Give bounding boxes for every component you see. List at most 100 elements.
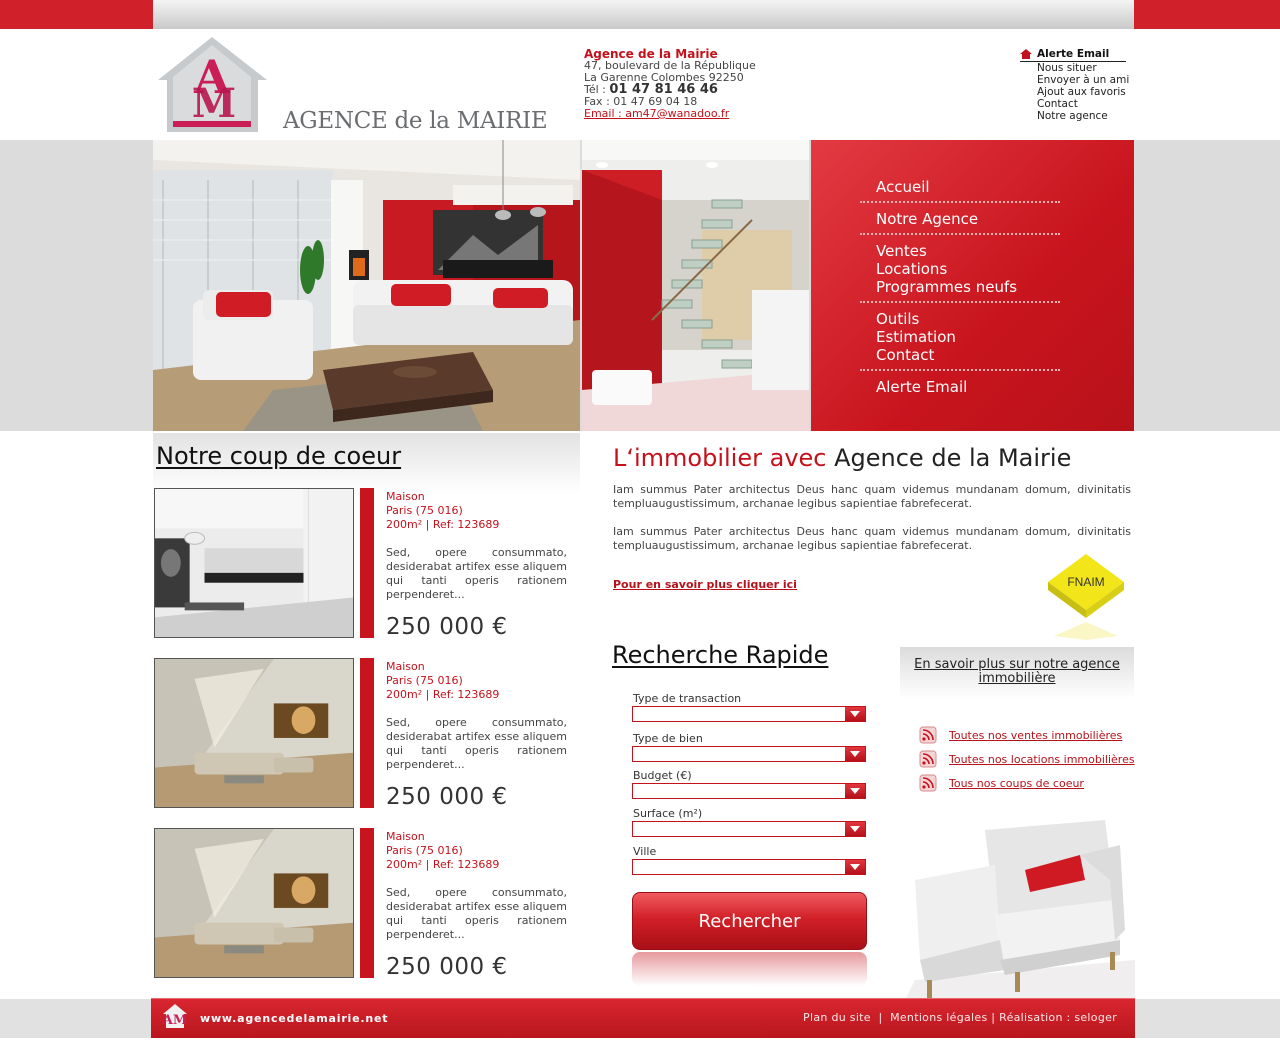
nav-ventes[interactable]: Ventes (860, 242, 1060, 260)
budget-select[interactable] (632, 783, 866, 799)
listing-price: 250 000 € (386, 954, 508, 980)
chevron-down-icon (845, 747, 865, 761)
agency-logo[interactable]: A M (155, 35, 270, 133)
chevron-down-icon (845, 860, 865, 874)
rss-link-locations[interactable]: Toutes nos locations immobilières (919, 750, 1135, 768)
nav-divider (860, 201, 1060, 203)
surface-select[interactable] (632, 821, 866, 837)
listing-description: Sed, opere consummato, desiderabat artif… (386, 716, 567, 771)
listing-location: Paris (75 016) (386, 504, 463, 517)
listing-accent-bar (360, 658, 374, 808)
alert-email-link[interactable]: Alerte Email (1020, 48, 1126, 62)
footer-link-realisation[interactable]: Réalisation : seloger (999, 1011, 1117, 1024)
footer-logo-icon[interactable]: AM (162, 1003, 188, 1029)
nav-divider (860, 233, 1060, 235)
listing-photo[interactable] (154, 658, 354, 808)
field-label: Surface (m²) (633, 807, 703, 820)
listing-accent-bar (360, 828, 374, 978)
search-button[interactable]: Rechercher (632, 892, 867, 950)
intro-title-dark: Agence de la Mairie (834, 444, 1072, 472)
toplink-envoyer-ami[interactable]: Envoyer à un ami (1020, 74, 1129, 86)
footer-logo-letters: AM (162, 1013, 187, 1028)
intro-paragraph: Iam summus Pater architectus Deus hanc q… (613, 483, 1131, 510)
rss-icon (919, 750, 937, 768)
nav-alerte-email[interactable]: Alerte Email (860, 378, 1060, 396)
toplink-notre-agence[interactable]: Notre agence (1020, 110, 1129, 122)
footer-links: Plan du site | Mentions légales | Réalis… (803, 1011, 1117, 1024)
rss-link-coups-de-coeur[interactable]: Tous nos coups de coeur (919, 774, 1084, 792)
listing-price: 250 000 € (386, 784, 508, 810)
listing-info: Maison Paris (75 016) 200m² | Ref: 12368… (386, 830, 567, 942)
hero-staircase-image (582, 140, 809, 431)
listing-location: Paris (75 016) (386, 674, 463, 687)
listing-photo[interactable] (154, 828, 354, 978)
toplink-nous-situer[interactable]: Nous situer (1020, 62, 1129, 74)
listing-ref: 200m² | Ref: 123689 (386, 688, 500, 701)
footer-link-mentions[interactable]: Mentions légales (890, 1011, 987, 1024)
listing-type: Maison (386, 830, 425, 843)
listing-type: Maison (386, 660, 425, 673)
coup-de-coeur-title: Notre coup de coeur (156, 442, 402, 470)
top-band-center (153, 0, 1134, 29)
listing-ref: 200m² | Ref: 123689 (386, 858, 500, 871)
listing-card[interactable]: Maison Paris (75 016) 200m² | Ref: 12368… (154, 658, 574, 810)
footer-separator: | (987, 1011, 1000, 1024)
city-select[interactable] (632, 859, 866, 875)
field-label: Budget (€) (633, 769, 692, 782)
nav-divider (860, 301, 1060, 303)
footer-site-url[interactable]: www.agencedelamairie.net (200, 1012, 388, 1025)
chevron-down-icon (845, 822, 865, 836)
chevron-down-icon (845, 707, 865, 721)
nav-contact[interactable]: Contact (860, 346, 1060, 364)
toplink-contact[interactable]: Contact (1020, 98, 1129, 110)
chevron-down-icon (845, 784, 865, 798)
nav-locations[interactable]: Locations (860, 260, 1060, 278)
rss-link-ventes[interactable]: Toutes nos ventes immobilières (919, 726, 1122, 744)
quick-search-title: Recherche Rapide (612, 641, 829, 669)
more-info-link[interactable]: Pour en savoir plus cliquer ici (613, 578, 797, 591)
nav-estimation[interactable]: Estimation (860, 328, 1060, 346)
intro-title: L‘immobilier avec Agence de la Mairie (613, 444, 1071, 472)
property-type-select[interactable] (632, 746, 866, 762)
listing-photo[interactable] (154, 488, 354, 638)
rss-link-label: Toutes nos ventes immobilières (949, 728, 1123, 742)
intro-title-red: L‘immobilier avec (613, 444, 835, 472)
main-nav-panel: Accueil Notre Agence Ventes Locations Pr… (811, 140, 1134, 431)
page-bottom (0, 1038, 1280, 1050)
listing-type: Maison (386, 490, 425, 503)
fnaim-badge[interactable]: FNAIM (1046, 552, 1126, 640)
listing-description: Sed, opere consummato, desiderabat artif… (386, 886, 567, 941)
search-button-reflection (632, 952, 867, 986)
listing-card[interactable]: Maison Paris (75 016) 200m² | Ref: 12368… (154, 828, 574, 980)
nav-accueil[interactable]: Accueil (860, 178, 1060, 196)
listing-accent-bar (360, 488, 374, 638)
top-links: Alerte Email Nous situer Envoyer à un am… (1020, 48, 1129, 122)
toplink-favoris[interactable]: Ajout aux favoris (1020, 86, 1129, 98)
nav-programmes-neufs[interactable]: Programmes neufs (860, 278, 1060, 296)
footer-separator: | (870, 1011, 891, 1024)
svg-text:M: M (192, 80, 236, 127)
field-label: Type de bien (633, 732, 703, 745)
main-nav: Accueil Notre Agence Ventes Locations Pr… (860, 178, 1060, 396)
listing-info: Maison Paris (75 016) 200m² | Ref: 12368… (386, 490, 567, 602)
transaction-type-select[interactable] (632, 706, 866, 722)
house-icon (1020, 49, 1032, 59)
contact-email-link[interactable]: Email : am47@wanadoo.fr (584, 108, 756, 120)
hero-living-room-image (153, 140, 580, 431)
nav-outils[interactable]: Outils (860, 310, 1060, 328)
contact-block: Agence de la Mairie 47, boulevard de la … (584, 48, 756, 120)
alert-email-label: Alerte Email (1037, 48, 1110, 60)
intro-paragraph: Iam summus Pater architectus Deus hanc q… (613, 525, 1131, 552)
rss-icon (919, 774, 937, 792)
footer-link-plan[interactable]: Plan du site (803, 1011, 871, 1024)
listing-description: Sed, opere consummato, desiderabat artif… (386, 546, 567, 601)
listing-card[interactable]: Maison Paris (75 016) 200m² | Ref: 12368… (154, 488, 574, 640)
agency-info-link[interactable]: En savoir plus sur notre agence immobili… (900, 658, 1134, 686)
agency-name: AGENCE de la MAIRIE (283, 108, 548, 134)
listing-info: Maison Paris (75 016) 200m² | Ref: 12368… (386, 660, 567, 772)
nav-divider (860, 369, 1060, 371)
listing-price: 250 000 € (386, 614, 508, 640)
fnaim-label: FNAIM (1067, 575, 1104, 589)
nav-notre-agence[interactable]: Notre Agence (860, 210, 1060, 228)
field-label: Type de transaction (633, 692, 742, 705)
